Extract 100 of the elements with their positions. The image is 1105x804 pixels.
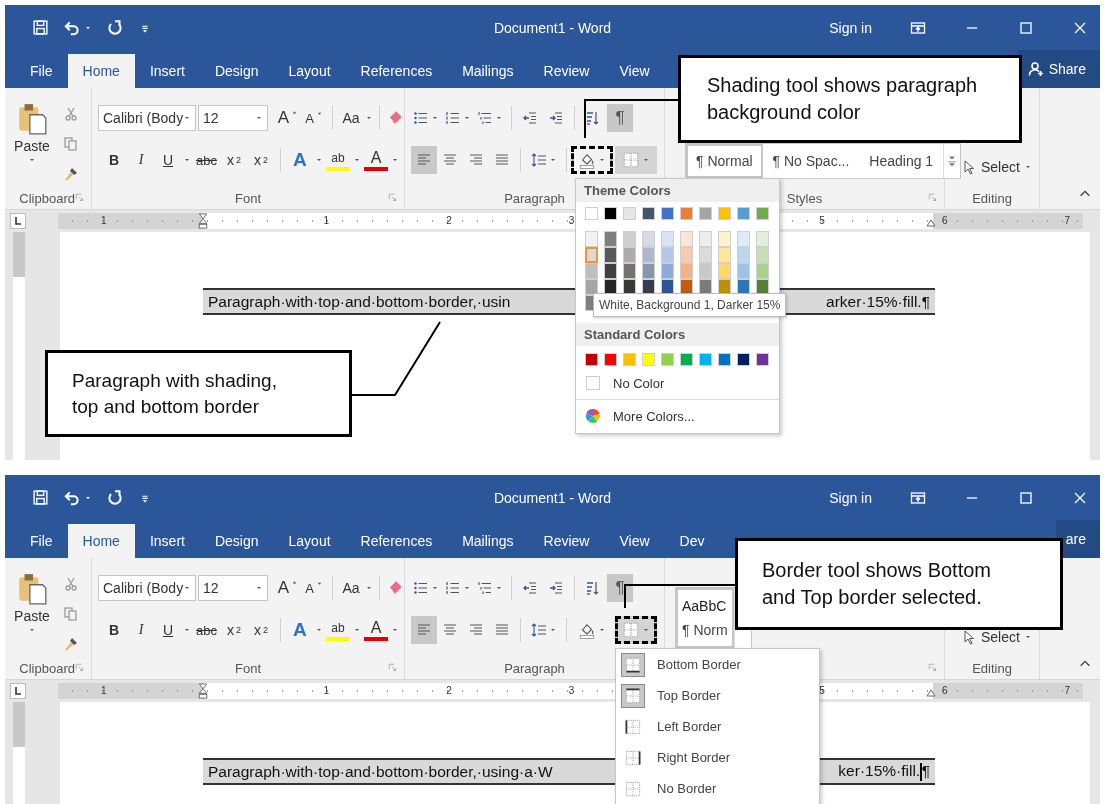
color-swatch[interactable] <box>756 263 769 279</box>
color-swatch[interactable] <box>718 247 731 263</box>
shrink-font-button[interactable]: A <box>302 104 326 132</box>
color-swatch[interactable] <box>680 353 693 366</box>
color-swatch[interactable] <box>604 247 617 263</box>
color-swatch[interactable] <box>642 231 655 247</box>
underline-button[interactable]: U <box>156 616 180 644</box>
tab-stop-icon[interactable] <box>10 213 26 229</box>
text-effects-button[interactable]: A <box>287 146 312 174</box>
caret-icon[interactable] <box>183 114 192 122</box>
shading-button[interactable] <box>571 146 613 174</box>
font-name-field[interactable]: Calibri (Body <box>98 575 196 601</box>
caret-icon[interactable] <box>28 626 36 634</box>
caret-icon[interactable] <box>365 114 373 122</box>
grow-font-button[interactable]: A <box>276 574 300 602</box>
color-swatch[interactable] <box>699 231 712 247</box>
ribbon-display-icon[interactable] <box>910 489 926 506</box>
color-swatch[interactable] <box>623 353 636 366</box>
save-icon[interactable] <box>32 19 49 36</box>
font-size-field[interactable]: 12 <box>198 575 268 601</box>
caret-icon[interactable] <box>183 584 192 592</box>
color-swatch[interactable] <box>661 353 674 366</box>
ribbon-tab[interactable]: Design <box>199 54 274 88</box>
ribbon-tab[interactable]: Dev <box>664 524 720 558</box>
select-button[interactable]: Select <box>959 153 1039 181</box>
dialog-launcher-icon[interactable] <box>928 663 938 673</box>
color-swatch[interactable] <box>680 263 693 279</box>
border-option[interactable]: Top Border <box>616 680 819 711</box>
caret-icon[interactable] <box>463 114 471 122</box>
color-swatch[interactable] <box>585 247 598 263</box>
color-swatch[interactable] <box>699 247 712 263</box>
color-swatch[interactable] <box>699 353 712 366</box>
color-swatch[interactable] <box>718 207 731 220</box>
bold-button[interactable]: B <box>102 616 126 644</box>
border-option[interactable]: Right Border <box>616 742 819 773</box>
ribbon-tab[interactable]: File <box>15 524 68 558</box>
font-size-field[interactable]: 12 <box>198 105 268 131</box>
color-swatch[interactable] <box>661 207 674 220</box>
color-swatch[interactable] <box>642 247 655 263</box>
color-swatch[interactable] <box>680 207 693 220</box>
dialog-launcher-icon[interactable] <box>388 663 398 673</box>
color-swatch[interactable] <box>585 207 598 220</box>
color-swatch[interactable] <box>756 231 769 247</box>
style-item[interactable]: ¶ Normal <box>686 144 763 178</box>
italic-button[interactable]: I <box>129 616 153 644</box>
italic-button[interactable]: I <box>129 146 153 174</box>
superscript-button[interactable]: x$^{2}$ <box>248 146 273 174</box>
ribbon-tab[interactable]: View <box>604 524 665 558</box>
ribbon-tab[interactable]: Mailings <box>447 524 529 558</box>
ribbon-tab[interactable]: File <box>15 54 68 88</box>
caret-icon[interactable] <box>598 156 606 164</box>
ribbon-tab[interactable]: Review <box>528 524 605 558</box>
caret-icon[interactable] <box>431 114 439 122</box>
color-swatch[interactable] <box>585 231 598 247</box>
shrink-font-button[interactable]: A <box>302 574 326 602</box>
color-swatch[interactable] <box>737 353 750 366</box>
redo-icon[interactable] <box>106 18 124 37</box>
color-swatch[interactable] <box>737 263 750 279</box>
ribbon-tab[interactable]: Layout <box>273 524 346 558</box>
caret-icon[interactable] <box>183 626 191 634</box>
ribbon-tab[interactable]: Design <box>199 524 274 558</box>
caret-icon[interactable] <box>549 156 557 164</box>
highlight-button[interactable]: ab <box>325 149 350 171</box>
color-swatch[interactable] <box>699 207 712 220</box>
more-colors-item[interactable]: More Colors... <box>576 402 704 433</box>
caret-icon[interactable] <box>365 584 373 592</box>
color-swatch[interactable] <box>756 247 769 263</box>
color-swatch[interactable] <box>661 231 674 247</box>
caret-icon[interactable] <box>431 584 439 592</box>
color-swatch[interactable] <box>661 263 674 279</box>
color-swatch[interactable] <box>756 353 769 366</box>
ribbon-tab[interactable]: Review <box>528 54 605 88</box>
indent-marker-icon[interactable] <box>198 213 208 229</box>
ribbon-tab[interactable]: References <box>345 54 448 88</box>
caret-icon[interactable] <box>642 156 650 164</box>
ribbon-display-icon[interactable] <box>910 19 926 36</box>
share-button[interactable]: Share <box>1017 50 1100 88</box>
dialog-launcher-icon[interactable] <box>928 193 938 203</box>
color-swatch[interactable] <box>718 231 731 247</box>
color-swatch[interactable] <box>680 247 693 263</box>
color-swatch[interactable] <box>623 247 636 263</box>
text-effects-button[interactable]: A <box>287 616 312 644</box>
color-swatch[interactable] <box>585 279 598 295</box>
color-swatch[interactable] <box>737 207 750 220</box>
maximize-icon[interactable] <box>1018 489 1034 506</box>
color-swatch[interactable] <box>623 231 636 247</box>
change-case-button[interactable]: Aa <box>339 574 363 602</box>
underline-button[interactable]: U <box>156 146 180 174</box>
right-indent-icon[interactable] <box>926 687 936 697</box>
right-indent-icon[interactable] <box>926 217 936 227</box>
color-swatch[interactable] <box>604 207 617 220</box>
caret-icon[interactable] <box>598 626 606 634</box>
sign-in-link[interactable]: Sign in <box>829 489 872 506</box>
caret-icon[interactable] <box>642 626 650 634</box>
color-swatch[interactable] <box>718 263 731 279</box>
caret-icon[interactable] <box>549 626 557 634</box>
grow-font-button[interactable]: A <box>276 104 300 132</box>
style-item[interactable]: ¶ No Spac... <box>762 144 860 178</box>
color-swatch[interactable] <box>585 353 598 366</box>
ribbon-tab[interactable]: View <box>604 54 665 88</box>
